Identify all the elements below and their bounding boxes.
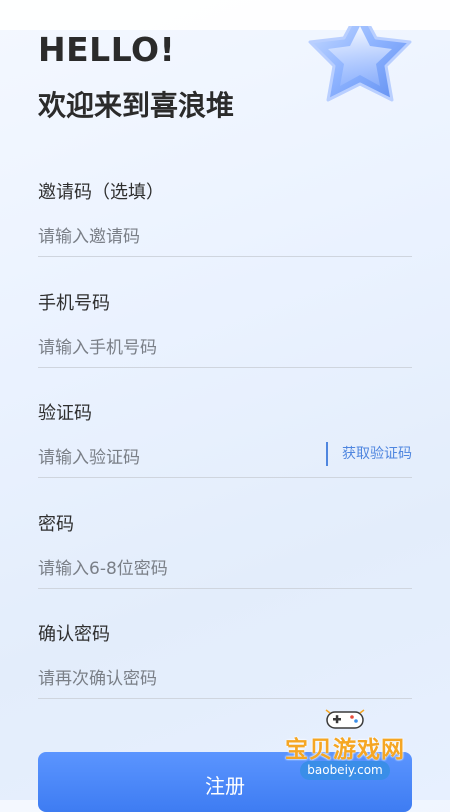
invite-code-field	[38, 216, 412, 257]
confirm-password-field	[38, 658, 412, 699]
watermark: 宝贝游戏网 baobeiy.com	[272, 706, 418, 782]
greeting-title: HELLO!	[38, 30, 176, 69]
phone-field	[38, 327, 412, 368]
watermark-text: 宝贝游戏网	[285, 737, 405, 763]
password-field	[38, 548, 412, 589]
verify-code-field: 获取验证码	[38, 437, 412, 478]
watermark-url: baobeiy.com	[300, 761, 390, 780]
verify-code-input[interactable]	[38, 443, 308, 473]
star-icon	[300, 6, 422, 122]
confirm-password-input[interactable]	[38, 664, 308, 694]
password-label: 密码	[38, 514, 74, 535]
gamepad-icon	[325, 709, 365, 729]
phone-label: 手机号码	[38, 293, 110, 314]
invite-code-label: 邀请码（选填）	[38, 182, 164, 203]
get-code-button[interactable]: 获取验证码	[326, 442, 412, 466]
password-input[interactable]	[38, 554, 308, 584]
verify-code-label: 验证码	[38, 403, 92, 424]
phone-input[interactable]	[38, 333, 308, 363]
welcome-title: 欢迎来到喜浪堆	[38, 89, 235, 122]
confirm-password-label: 确认密码	[38, 624, 110, 645]
invite-code-input[interactable]	[38, 222, 308, 252]
